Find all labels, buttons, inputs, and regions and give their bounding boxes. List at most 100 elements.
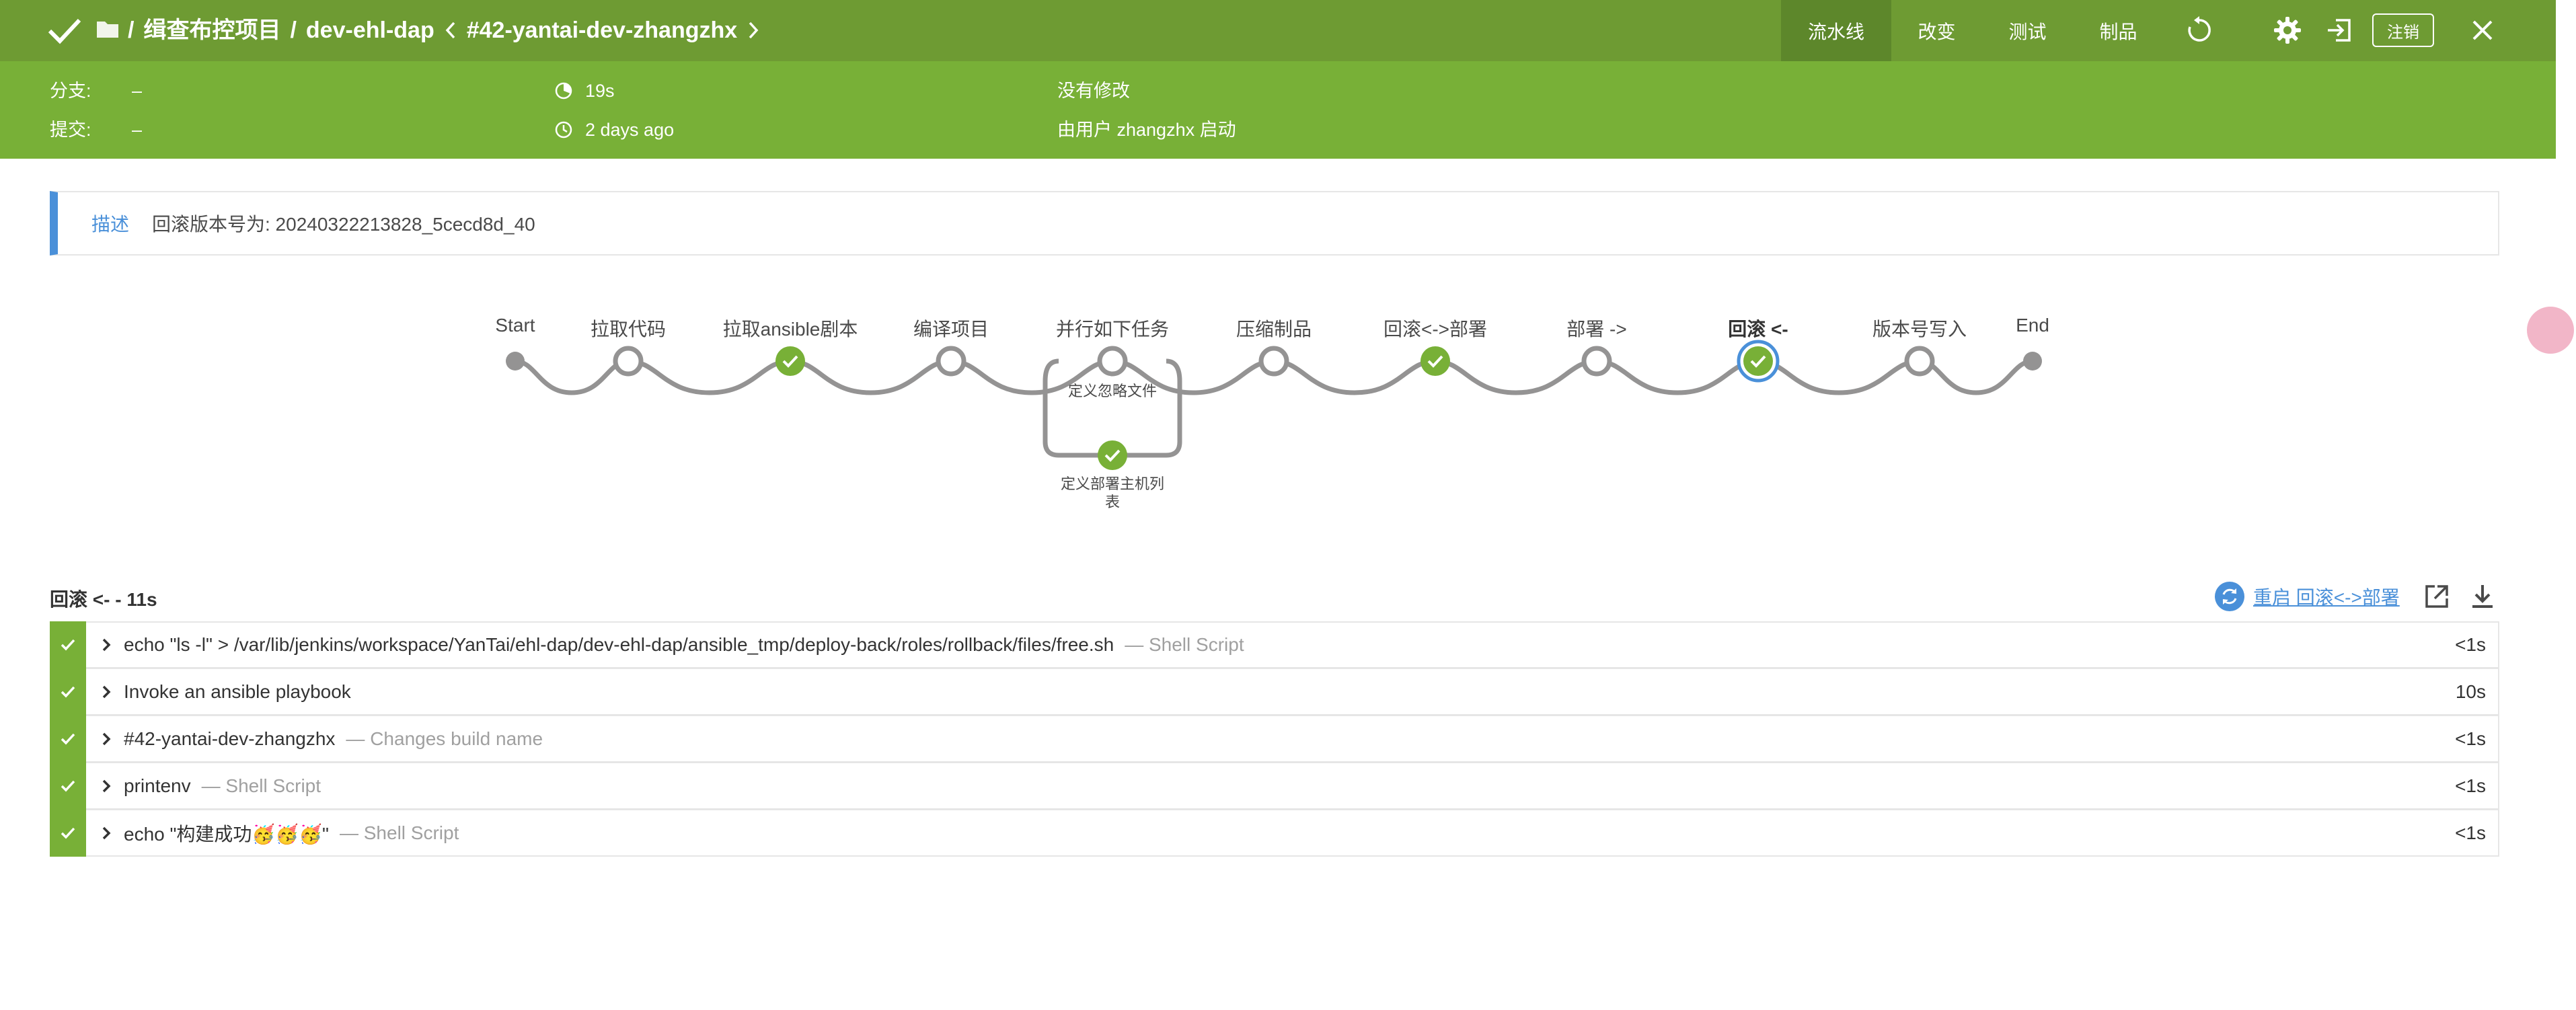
step-name: #42-yantai-dev-zhangzhx — [124, 728, 336, 749]
stage-label[interactable]: 回滚 <- — [1728, 315, 1788, 342]
stage-node[interactable] — [1258, 346, 1289, 377]
stage-label[interactable]: 部署 -> — [1566, 315, 1626, 342]
run-summary: 分支: – 提交: – 19s 2 days ago 没有修改 由用户 zhan… — [0, 61, 2556, 159]
step-row[interactable]: #42-yantai-dev-zhangzhx — Changes build n… — [50, 715, 2499, 763]
check-icon — [61, 733, 75, 745]
time-ago: 2 days ago — [585, 120, 675, 140]
stage-connector — [628, 358, 791, 395]
step-name: printenv — [124, 775, 191, 796]
stage-label[interactable]: 拉取代码 — [591, 315, 666, 342]
breadcrumb: / 缉查布控项目 / dev-ehl-dap #42-yantai-dev-zh… — [128, 15, 760, 46]
stage-label[interactable]: 回滚<->部署 — [1384, 315, 1487, 342]
branch-label: 分支: — [50, 81, 91, 101]
stage-label[interactable]: 拉取ansible剧本 — [723, 315, 858, 342]
stage-node[interactable] — [775, 346, 805, 376]
restart-label[interactable]: 重启 回滚<->部署 — [2253, 583, 2400, 610]
step-row[interactable]: Invoke an ansible playbook 10s — [50, 668, 2499, 715]
stage-node[interactable] — [936, 346, 967, 377]
pipeline-graph: Start 拉取代码 拉取ansible剧本 编译项目 并行如下任务定义忽略文件定义部署… — [0, 296, 2556, 525]
step-row[interactable]: echo "构建成功🥳🥳🥳" — Shell Script <1s — [50, 809, 2499, 857]
gear-icon[interactable] — [2272, 15, 2303, 46]
replay-icon[interactable] — [2184, 15, 2215, 46]
tab-pipeline[interactable]: 流水线 — [1781, 0, 1891, 61]
steps-list: echo "ls -l" > /var/lib/jenkins/workspac… — [50, 621, 2499, 857]
stage-connector — [1273, 358, 1436, 395]
chevron-left-icon[interactable] — [444, 20, 457, 40]
check-icon — [48, 18, 81, 44]
changes-text: 没有修改 — [1057, 81, 1130, 101]
restart-stage-button[interactable]: 重启 回滚<->部署 — [2214, 581, 2400, 612]
steps-title: 回滚 <- - 11s — [50, 589, 157, 610]
top-header: / 缉查布控项目 / dev-ehl-dap #42-yantai-dev-zh… — [0, 0, 2556, 61]
tab-changes[interactable]: 改变 — [1891, 0, 1982, 61]
stage-label[interactable]: Start — [495, 315, 535, 336]
stage-node[interactable] — [1904, 346, 1935, 377]
main-nav: 流水线 改变 测试 制品 — [1781, 0, 2164, 61]
tab-artifacts[interactable]: 制品 — [2073, 0, 2164, 61]
step-duration: <1s — [2455, 728, 2486, 749]
check-icon — [61, 827, 75, 839]
stage-connector — [1435, 358, 1597, 395]
step-row[interactable]: echo "ls -l" > /var/lib/jenkins/workspac… — [50, 621, 2499, 668]
step-status-success — [50, 715, 86, 763]
duration: 19s — [585, 81, 615, 101]
step-row[interactable]: printenv — Shell Script <1s — [50, 762, 2499, 810]
stage-connector — [1757, 358, 1920, 395]
check-icon — [61, 686, 75, 698]
stage-node[interactable] — [1743, 346, 1773, 376]
breadcrumb-job[interactable]: dev-ehl-dap — [306, 15, 434, 46]
stage-label[interactable]: 并行如下任务 — [1056, 315, 1169, 342]
exit-icon[interactable] — [2324, 15, 2355, 46]
chevron-right-icon[interactable] — [100, 683, 113, 701]
step-status-success — [50, 668, 86, 715]
description-value: 回滚版本号为: 20240322213828_5cecd8d_40 — [152, 214, 535, 235]
stage-connector — [515, 358, 629, 395]
check-icon — [61, 639, 75, 651]
open-in-new-icon[interactable] — [2423, 582, 2451, 611]
stage-label[interactable]: 版本号写入 — [1872, 315, 1967, 342]
breadcrumb-project[interactable]: 缉查布控项目 — [143, 15, 280, 46]
check-icon — [61, 780, 75, 792]
stage-node[interactable] — [613, 346, 644, 377]
floating-assistant-button[interactable] — [2527, 307, 2574, 354]
chevron-right-icon[interactable] — [100, 824, 113, 842]
step-type: — Changes build name — [346, 728, 543, 749]
step-status-success — [50, 809, 86, 857]
chevron-right-icon[interactable] — [100, 777, 113, 795]
description-box: 描述 回滚版本号为: 20240322213828_5cecd8d_40 — [50, 191, 2499, 256]
step-name: echo "ls -l" > /var/lib/jenkins/workspac… — [124, 634, 1114, 655]
close-icon[interactable] — [2467, 15, 2498, 46]
breadcrumb-sep: / — [290, 17, 297, 43]
stage-node[interactable] — [1097, 346, 1128, 377]
stage-node — [2023, 352, 2042, 371]
stage-connector — [1919, 358, 2033, 395]
logout-button[interactable]: 注销 — [2372, 13, 2434, 47]
step-status-success — [50, 762, 86, 810]
stage-label[interactable]: 压缩制品 — [1236, 315, 1312, 342]
chevron-right-icon[interactable] — [100, 636, 113, 654]
description-label: 描述 — [91, 214, 130, 235]
folder-icon[interactable] — [96, 19, 120, 39]
step-name: echo "构建成功🥳🥳🥳" — [124, 823, 329, 845]
stage-node — [506, 352, 525, 371]
chevron-right-icon[interactable] — [100, 730, 113, 748]
commit-label: 提交: — [50, 120, 91, 140]
started-by: 由用户 zhangzhx 启动 — [1057, 120, 1236, 140]
restart-icon[interactable] — [2214, 581, 2245, 612]
step-status-success — [50, 621, 86, 668]
step-duration: 10s — [2455, 681, 2486, 702]
stage-label[interactable]: 编译项目 — [913, 315, 989, 342]
parallel-branch-label[interactable]: 定义部署主机列表 — [1055, 475, 1170, 511]
tab-tests[interactable]: 测试 — [1982, 0, 2073, 61]
download-icon[interactable] — [2468, 582, 2497, 611]
breadcrumb-sep: / — [128, 17, 135, 43]
chevron-right-icon[interactable] — [747, 20, 760, 40]
stage-label[interactable]: End — [2016, 315, 2049, 336]
step-duration: <1s — [2455, 634, 2486, 655]
stage-node[interactable] — [1581, 346, 1612, 377]
parallel-branch-label[interactable]: 定义忽略文件 — [1068, 379, 1157, 401]
stage-connector — [790, 358, 952, 395]
parallel-node[interactable] — [1098, 440, 1127, 470]
commit-value: – — [132, 120, 143, 140]
stage-node[interactable] — [1420, 346, 1450, 376]
